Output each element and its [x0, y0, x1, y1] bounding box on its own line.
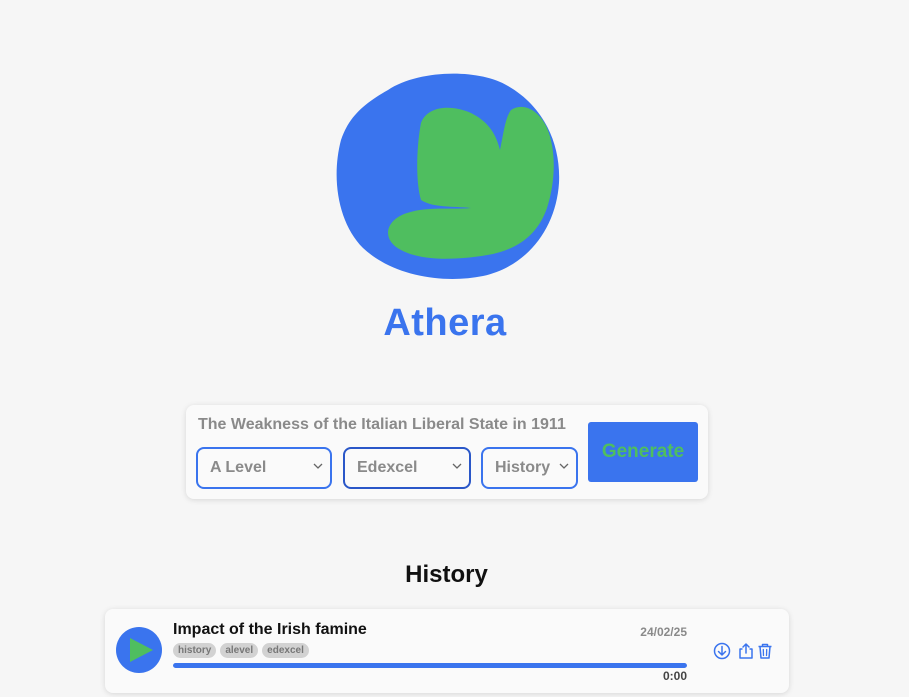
app-title: Athera — [383, 302, 507, 344]
tag-history: history — [173, 643, 217, 658]
play-icon — [130, 638, 153, 662]
board-select-value: Edexcel — [357, 459, 418, 476]
topic-input[interactable] — [198, 416, 578, 434]
share-icon[interactable] — [737, 642, 755, 660]
chevron-down-icon — [559, 463, 569, 469]
athera-logo — [336, 73, 560, 279]
chevron-down-icon — [452, 463, 462, 469]
board-select[interactable]: Edexcel — [343, 447, 471, 489]
history-item-date: 24/02/25 — [640, 625, 687, 639]
chevron-down-icon — [313, 463, 323, 469]
play-button[interactable] — [116, 627, 162, 673]
audio-progress-fill — [173, 663, 687, 668]
audio-time: 0:00 — [662, 669, 687, 683]
generate-button[interactable]: Generate — [588, 422, 698, 482]
tag-alevel: alevel — [220, 643, 259, 658]
tag-edexcel: edexcel — [262, 643, 309, 658]
level-select-value: A Level — [210, 459, 267, 476]
history-heading: History — [405, 561, 488, 588]
audio-progress-bar[interactable] — [173, 663, 687, 668]
download-icon[interactable] — [713, 642, 731, 660]
history-item-title: Impact of the Irish famine — [173, 621, 367, 638]
trash-icon[interactable] — [756, 642, 774, 660]
level-select[interactable]: A Level — [196, 447, 332, 489]
subject-select-value: History — [495, 459, 551, 476]
history-item-tags: history alevel edexcel — [173, 643, 309, 658]
subject-select[interactable]: History — [481, 447, 578, 489]
